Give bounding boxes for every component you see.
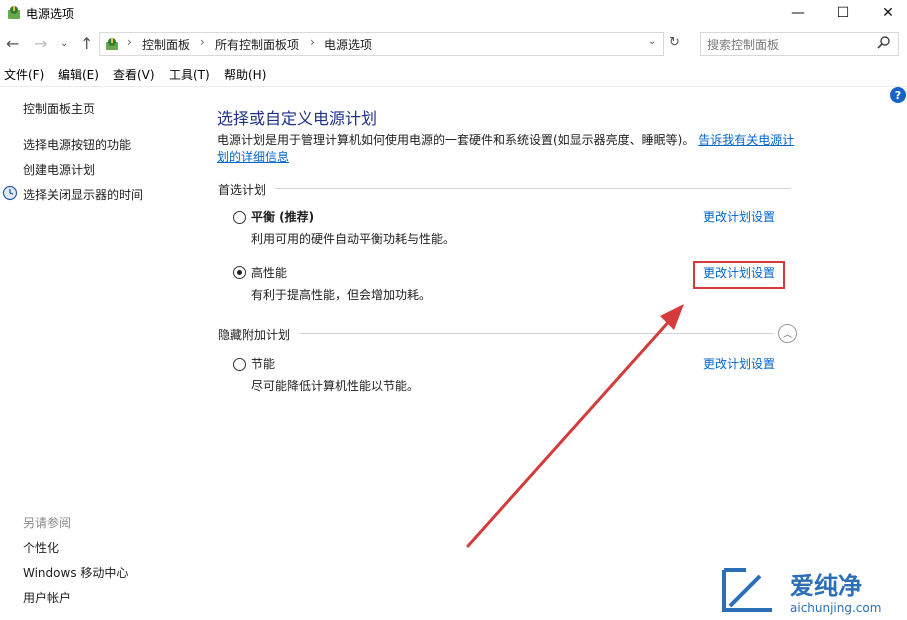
watermark-url: aichunjing.com: [790, 601, 882, 615]
watermark-logo-icon: [716, 566, 776, 616]
annotation-arrow: [466, 304, 684, 548]
watermark-text: 爱纯净: [790, 572, 862, 600]
